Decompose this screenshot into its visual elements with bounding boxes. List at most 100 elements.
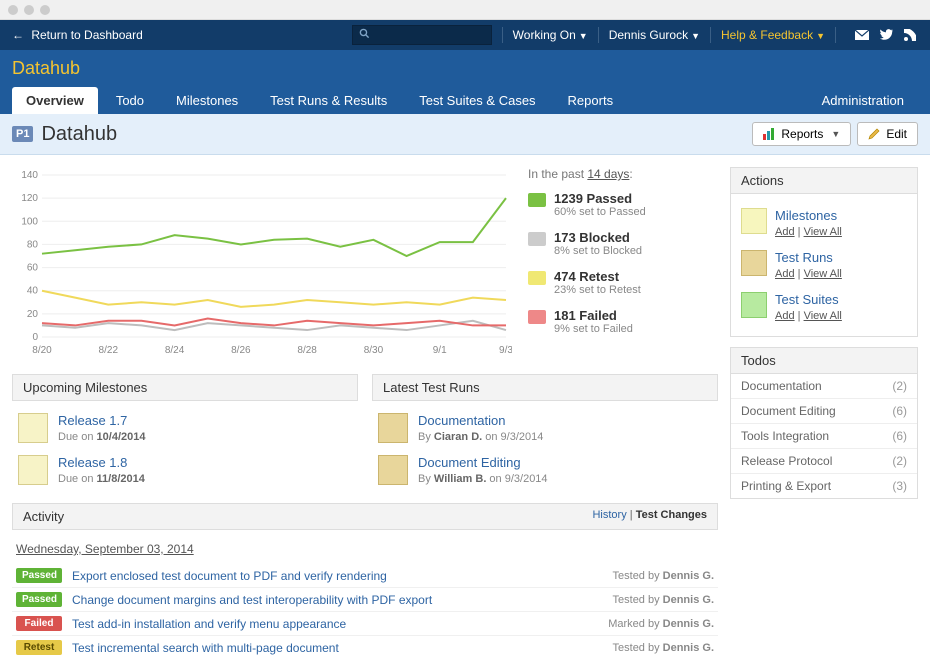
summary-row: 173 Blocked 8% set to Blocked bbox=[528, 230, 718, 257]
summary-panel: In the past 14 days: 1239 Passed 60% set… bbox=[528, 167, 718, 360]
activity-row[interactable]: Failed Test add-in installation and veri… bbox=[12, 611, 718, 635]
activity-row[interactable]: Passed Export enclosed test document to … bbox=[12, 564, 718, 587]
todo-label: Tools Integration bbox=[741, 429, 829, 443]
summary-count: 474 Retest bbox=[554, 269, 641, 284]
search-input[interactable] bbox=[352, 25, 492, 45]
tab-overview[interactable]: Overview bbox=[12, 87, 98, 114]
sub-header: P1 Datahub Reports ▼ Edit bbox=[0, 114, 930, 155]
activity-by: Tested by Dennis G. bbox=[613, 570, 714, 582]
traffic-light-min[interactable] bbox=[24, 5, 34, 15]
status-swatch bbox=[528, 271, 546, 285]
traffic-light-close[interactable] bbox=[8, 5, 18, 15]
activity-desc[interactable]: Export enclosed test document to PDF and… bbox=[72, 569, 603, 583]
tab-reports[interactable]: Reports bbox=[554, 87, 628, 114]
arrow-left-icon: ← bbox=[12, 28, 24, 42]
top-strip: ← Return to Dashboard Working On▼ Dennis… bbox=[0, 20, 930, 50]
reports-dropdown-button[interactable]: Reports ▼ bbox=[752, 122, 851, 146]
testrun-title[interactable]: Documentation bbox=[418, 413, 505, 428]
help-feedback-menu[interactable]: Help & Feedback▼ bbox=[721, 28, 825, 42]
main-panel: 0204060801001201408/208/228/248/268/288/… bbox=[0, 155, 730, 671]
todo-row[interactable]: Document Editing (6) bbox=[731, 398, 917, 423]
svg-text:8/22: 8/22 bbox=[99, 345, 119, 356]
todo-row[interactable]: Tools Integration (6) bbox=[731, 423, 917, 448]
todo-label: Release Protocol bbox=[741, 454, 832, 468]
status-badge: Retest bbox=[16, 640, 62, 655]
svg-text:100: 100 bbox=[21, 216, 38, 227]
todo-count: (2) bbox=[892, 454, 907, 468]
user-menu[interactable]: Dennis Gurock▼ bbox=[609, 28, 700, 42]
activity-desc[interactable]: Test add-in installation and verify menu… bbox=[72, 617, 598, 631]
rss-icon[interactable] bbox=[902, 27, 918, 43]
testrun-item[interactable]: Documentation By Ciaran D. on 9/3/2014 bbox=[372, 401, 718, 443]
todo-row[interactable]: Release Protocol (2) bbox=[731, 448, 917, 473]
status-badge: Passed bbox=[16, 568, 62, 583]
action-add-link[interactable]: Add bbox=[775, 268, 795, 280]
tab-milestones[interactable]: Milestones bbox=[162, 87, 252, 114]
activity-history-link[interactable]: History bbox=[592, 509, 626, 521]
upcoming-milestones: Upcoming Milestones Release 1.7 Due on 1… bbox=[12, 374, 358, 485]
svg-text:60: 60 bbox=[27, 263, 39, 274]
svg-text:9/1: 9/1 bbox=[433, 345, 447, 356]
milestone-item[interactable]: Release 1.7 Due on 10/4/2014 bbox=[12, 401, 358, 443]
action-viewall-link[interactable]: View All bbox=[804, 268, 842, 280]
sidebar-action: Milestones Add | View All bbox=[739, 202, 909, 244]
traffic-light-max[interactable] bbox=[40, 5, 50, 15]
svg-text:9/3: 9/3 bbox=[499, 345, 512, 356]
tab-todo[interactable]: Todo bbox=[102, 87, 158, 114]
activity-desc[interactable]: Change document margins and test interop… bbox=[72, 593, 603, 607]
todo-label: Printing & Export bbox=[741, 479, 831, 493]
action-label[interactable]: Milestones bbox=[775, 208, 837, 223]
bar-chart-icon bbox=[763, 128, 775, 140]
testrun-title[interactable]: Document Editing bbox=[418, 455, 521, 470]
milestone-item[interactable]: Release 1.8 Due on 11/8/2014 bbox=[12, 443, 358, 485]
sidebar-todos-header: Todos bbox=[730, 347, 918, 374]
caret-down-icon: ▼ bbox=[816, 31, 825, 41]
mail-icon[interactable] bbox=[854, 27, 870, 43]
tab-testsuites[interactable]: Test Suites & Cases bbox=[405, 87, 549, 114]
milestone-title[interactable]: Release 1.8 bbox=[58, 455, 127, 470]
activity-testchanges-link[interactable]: Test Changes bbox=[636, 509, 707, 521]
testrun-byline: By William B. on 9/3/2014 bbox=[418, 473, 548, 485]
tab-testruns[interactable]: Test Runs & Results bbox=[256, 87, 401, 114]
working-on-menu[interactable]: Working On▼ bbox=[513, 28, 588, 42]
sidebar-action: Test Runs Add | View All bbox=[739, 244, 909, 286]
tab-administration[interactable]: Administration bbox=[808, 87, 918, 114]
svg-text:8/28: 8/28 bbox=[297, 345, 317, 356]
action-add-link[interactable]: Add bbox=[775, 226, 795, 238]
summary-count: 1239 Passed bbox=[554, 191, 646, 206]
todo-row[interactable]: Printing & Export (3) bbox=[731, 473, 917, 498]
caret-down-icon: ▼ bbox=[831, 129, 840, 139]
todo-label: Documentation bbox=[741, 379, 822, 393]
summary-count: 173 Blocked bbox=[554, 230, 642, 245]
action-swatch bbox=[741, 292, 767, 318]
svg-text:8/30: 8/30 bbox=[364, 345, 384, 356]
edit-button[interactable]: Edit bbox=[857, 122, 918, 146]
window-titlebar bbox=[0, 0, 930, 20]
svg-text:0: 0 bbox=[32, 332, 38, 343]
caret-down-icon: ▼ bbox=[579, 31, 588, 41]
activity-chart: 0204060801001201408/208/228/248/268/288/… bbox=[12, 167, 516, 360]
todo-count: (3) bbox=[892, 479, 907, 493]
activity-row[interactable]: Retest Test incremental search with mult… bbox=[12, 635, 718, 659]
activity-by: Tested by Dennis G. bbox=[613, 594, 714, 606]
action-viewall-link[interactable]: View All bbox=[804, 226, 842, 238]
status-badge: Passed bbox=[16, 592, 62, 607]
action-swatch bbox=[741, 250, 767, 276]
testrun-item[interactable]: Document Editing By William B. on 9/3/20… bbox=[372, 443, 718, 485]
sidebar-action: Test Suites Add | View All bbox=[739, 286, 909, 328]
action-label[interactable]: Test Suites bbox=[775, 292, 839, 307]
testrun-icon bbox=[378, 413, 408, 443]
action-label[interactable]: Test Runs bbox=[775, 250, 833, 265]
return-to-dashboard-link[interactable]: ← Return to Dashboard bbox=[12, 28, 143, 42]
todo-row[interactable]: Documentation (2) bbox=[731, 374, 917, 398]
svg-text:20: 20 bbox=[27, 309, 39, 320]
todo-count: (6) bbox=[892, 404, 907, 418]
action-add-link[interactable]: Add bbox=[775, 310, 795, 322]
action-viewall-link[interactable]: View All bbox=[804, 310, 842, 322]
status-swatch bbox=[528, 232, 546, 246]
sidebar-todos-list: Documentation (2) Document Editing (6) T… bbox=[730, 374, 918, 499]
activity-desc[interactable]: Test incremental search with multi-page … bbox=[72, 641, 603, 655]
activity-row[interactable]: Passed Change document margins and test … bbox=[12, 587, 718, 611]
milestone-title[interactable]: Release 1.7 bbox=[58, 413, 127, 428]
twitter-icon[interactable] bbox=[878, 27, 894, 43]
